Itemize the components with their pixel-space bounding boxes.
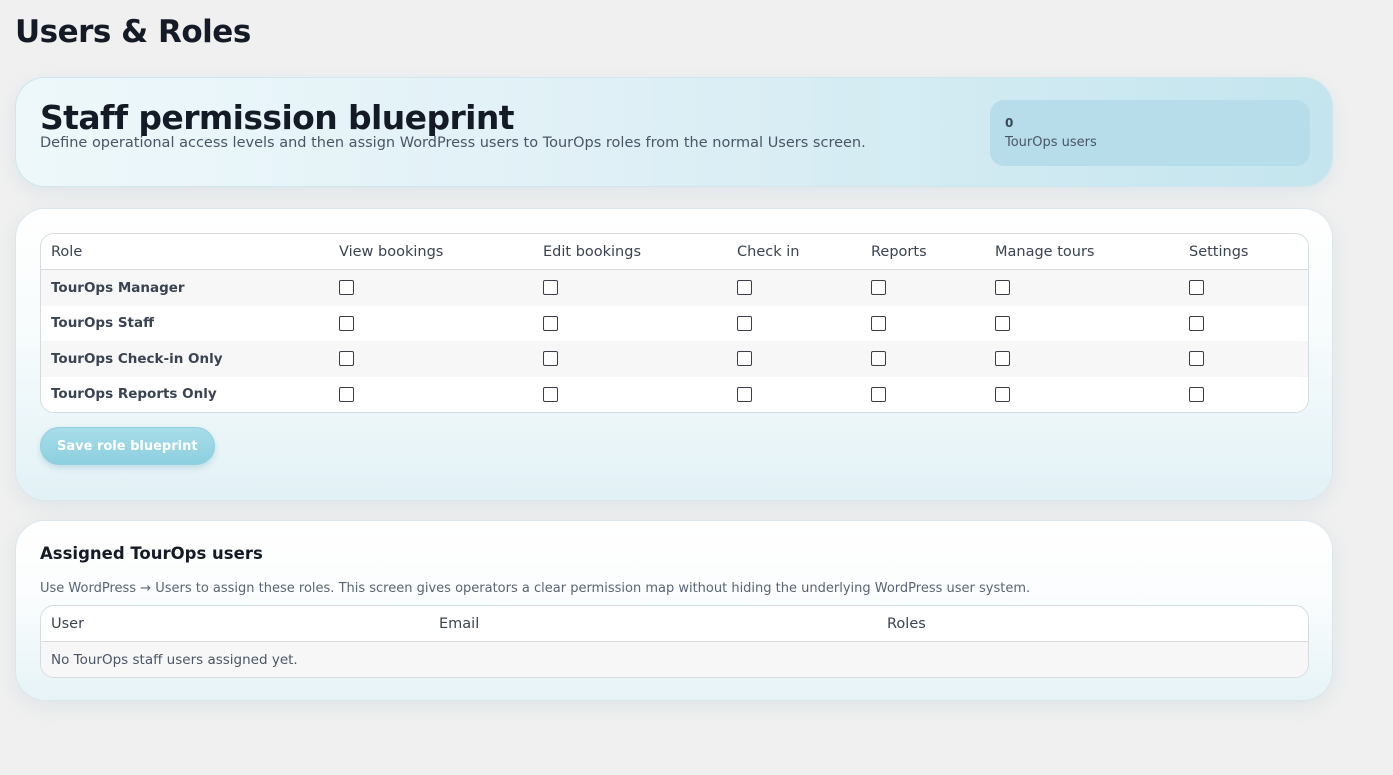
- assigned-users-table: User Email Roles No TourOps staff users …: [41, 606, 1308, 677]
- column-header-role: Role: [41, 234, 329, 270]
- column-header-email: Email: [429, 606, 877, 642]
- role-name: TourOps Reports Only: [41, 376, 329, 412]
- save-role-blueprint-button[interactable]: Save role blueprint: [40, 427, 215, 465]
- column-header-manage-tours: Manage tours: [985, 234, 1179, 270]
- permissions-table-container: Role View bookings Edit bookings Check i…: [40, 233, 1309, 413]
- checkbox-view-bookings[interactable]: [339, 351, 354, 367]
- checkbox-settings[interactable]: [1189, 315, 1204, 331]
- checkbox-settings[interactable]: [1189, 351, 1204, 367]
- checkbox-settings[interactable]: [1189, 280, 1204, 296]
- checkbox-reports[interactable]: [871, 351, 886, 367]
- stat-label: TourOps users: [1005, 135, 1097, 150]
- users-roles-page: Users & Roles Staff permission blueprint…: [0, 0, 1393, 775]
- role-name: TourOps Check-in Only: [41, 341, 329, 377]
- checkbox-view-bookings[interactable]: [339, 280, 354, 296]
- assigned-users-table-container: User Email Roles No TourOps staff users …: [40, 605, 1309, 678]
- checkbox-reports[interactable]: [871, 386, 886, 402]
- column-header-edit-bookings: Edit bookings: [533, 234, 727, 270]
- checkbox-manage-tours[interactable]: [995, 315, 1010, 331]
- checkbox-manage-tours[interactable]: [995, 280, 1010, 296]
- assigned-users-card: Assigned TourOps users Use WordPress → U…: [15, 520, 1333, 701]
- checkbox-check-in[interactable]: [737, 386, 752, 402]
- stat-value: 0: [1005, 116, 1014, 130]
- assigned-users-title: Assigned TourOps users: [40, 544, 263, 563]
- checkbox-check-in[interactable]: [737, 280, 752, 296]
- permissions-header-row: Role View bookings Edit bookings Check i…: [41, 234, 1308, 270]
- role-name: TourOps Staff: [41, 305, 329, 341]
- permissions-table: Role View bookings Edit bookings Check i…: [41, 234, 1308, 412]
- checkbox-check-in[interactable]: [737, 315, 752, 331]
- role-name: TourOps Manager: [41, 269, 329, 306]
- checkbox-view-bookings[interactable]: [339, 386, 354, 402]
- checkbox-edit-bookings[interactable]: [543, 315, 558, 331]
- checkbox-manage-tours[interactable]: [995, 386, 1010, 402]
- checkbox-reports[interactable]: [871, 280, 886, 296]
- column-header-roles: Roles: [877, 606, 1308, 642]
- role-row-check-in-only: TourOps Check-in Only: [41, 341, 1308, 377]
- checkbox-settings[interactable]: [1189, 386, 1204, 402]
- empty-state-row: No TourOps staff users assigned yet.: [41, 641, 1308, 677]
- column-header-user: User: [41, 606, 429, 642]
- checkbox-edit-bookings[interactable]: [543, 280, 558, 296]
- checkbox-manage-tours[interactable]: [995, 351, 1010, 367]
- column-header-settings: Settings: [1179, 234, 1308, 270]
- hero-title: Staff permission blueprint: [40, 98, 515, 137]
- assigned-users-description: Use WordPress → Users to assign these ro…: [40, 581, 1031, 596]
- assigned-users-header-row: User Email Roles: [41, 606, 1308, 642]
- blueprint-hero-card: Staff permission blueprint Define operat…: [15, 77, 1333, 187]
- role-row-manager: TourOps Manager: [41, 269, 1308, 306]
- checkbox-view-bookings[interactable]: [339, 315, 354, 331]
- column-header-view-bookings: View bookings: [329, 234, 533, 270]
- page-title: Users & Roles: [15, 14, 251, 50]
- checkbox-reports[interactable]: [871, 315, 886, 331]
- hero-description: Define operational access levels and the…: [40, 135, 866, 151]
- column-header-check-in: Check in: [727, 234, 861, 270]
- checkbox-edit-bookings[interactable]: [543, 386, 558, 402]
- checkbox-check-in[interactable]: [737, 351, 752, 367]
- checkbox-edit-bookings[interactable]: [543, 351, 558, 367]
- empty-state-text: No TourOps staff users assigned yet.: [41, 641, 1308, 677]
- tourops-users-stat: 0 TourOps users: [990, 100, 1310, 166]
- permissions-card: Role View bookings Edit bookings Check i…: [15, 208, 1333, 501]
- column-header-reports: Reports: [861, 234, 985, 270]
- role-row-reports-only: TourOps Reports Only: [41, 376, 1308, 412]
- role-row-staff: TourOps Staff: [41, 305, 1308, 341]
